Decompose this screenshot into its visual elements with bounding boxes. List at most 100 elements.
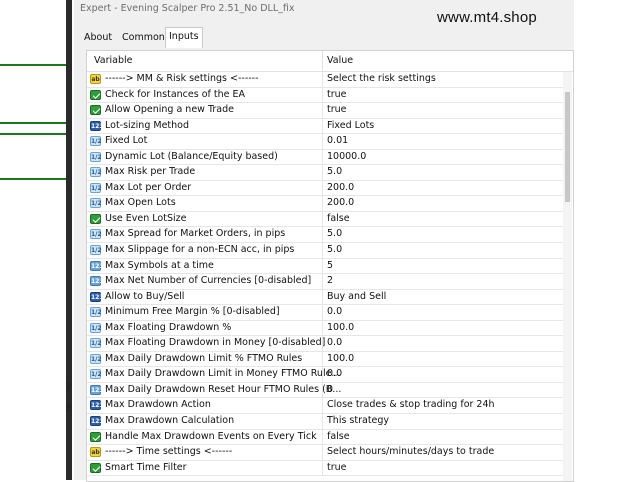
table-row[interactable]: 1/2 Max Slippage for a non-ECN acc, in pi…	[87, 243, 563, 259]
cell-divider	[322, 180, 323, 196]
variable-value[interactable]: Select hours/minutes/days to trade	[327, 446, 494, 457]
table-row[interactable]: 1/2 Max Daily Drawdown Limit in Money FTM…	[87, 367, 563, 383]
tab-about[interactable]: About	[81, 30, 115, 46]
table-row[interactable]: 1/2 Max Spread for Market Orders, in pips…	[87, 227, 563, 244]
cell-divider	[322, 258, 323, 274]
column-divider[interactable]	[322, 51, 323, 71]
enum-icon: 123	[90, 120, 104, 131]
table-row[interactable]: 1/2 Minimum Free Margin % [0-disabled] 0.0	[87, 305, 563, 321]
variable-value[interactable]: 200.0	[327, 197, 354, 208]
variable-value[interactable]: Close trades & stop trading for 24h	[327, 399, 495, 410]
variable-value[interactable]: true	[327, 104, 347, 115]
vertical-scrollbar[interactable]	[563, 72, 572, 481]
double-icon: 1/2	[90, 307, 102, 318]
double-icon: 1/2	[90, 369, 102, 380]
cell-divider	[322, 274, 323, 289]
double-icon: 1/2	[90, 136, 102, 147]
table-row[interactable]: 123 Max Symbols at a time 5	[87, 258, 563, 275]
table-row[interactable]: ab ------> Time settings <------ Select ho…	[87, 445, 563, 461]
bool-icon	[90, 462, 101, 473]
table-row[interactable]: Use Even LotSize false	[87, 211, 563, 228]
variable-value[interactable]: Fixed Lots	[327, 120, 374, 131]
variable-name: Handle Max Drawdown Events on Every Tick	[105, 430, 317, 442]
scrollbar-thumb[interactable]	[565, 92, 570, 202]
table-row[interactable]: 1/2 Fixed Lot 0.01	[87, 134, 563, 150]
variable-value[interactable]: 0	[327, 384, 333, 395]
variable-value[interactable]: 0.0	[327, 368, 342, 379]
cell-divider	[322, 445, 323, 460]
cell-divider	[322, 87, 323, 103]
window-title: Expert - Evening Scalper Pro 2.51_No DLL…	[80, 3, 295, 14]
table-row[interactable]: 1/2 Max Risk per Trade 5.0	[87, 165, 563, 181]
cell-divider	[322, 305, 323, 320]
watermark: www.mt4.shop	[437, 9, 537, 26]
table-row[interactable]: 1/2 Max Floating Drawdown % 100.0	[87, 320, 563, 337]
column-header-variable[interactable]: Variable	[94, 55, 132, 66]
variable-value[interactable]: true	[327, 462, 347, 473]
table-row[interactable]: 123 Allow to Buy/Sell Buy and Sell	[87, 289, 563, 306]
cell-divider	[322, 398, 323, 414]
double-icon: 1/2	[90, 322, 102, 333]
variable-value[interactable]: 5.0	[327, 228, 342, 239]
table-row[interactable]: 123 Max Net Number of Currencies [0-disab…	[87, 274, 563, 290]
table-row[interactable]: 1/2 Max Floating Drawdown in Money [0-dis…	[87, 336, 563, 352]
table-row[interactable]: ab ------> MM & Risk settings <------ Sele…	[87, 72, 563, 88]
integer-icon: 123	[90, 260, 104, 271]
background-right	[574, 0, 640, 480]
chart-line	[0, 64, 66, 66]
cell-divider	[322, 320, 323, 336]
bool-icon	[90, 431, 101, 442]
variable-value[interactable]: This strategy	[327, 415, 389, 426]
table-row[interactable]: 123 Max Daily Drawdown Reset Hour FTMO Ru…	[87, 382, 563, 399]
side-fragment: E	[66, 403, 73, 414]
double-icon: 1/2	[90, 167, 102, 178]
column-header-value[interactable]: Value	[327, 55, 353, 66]
variable-value[interactable]: 5	[327, 260, 333, 271]
variable-value[interactable]: true	[327, 89, 347, 100]
variable-value[interactable]: false	[327, 213, 350, 224]
table-row[interactable]: 1/2 Max Open Lots 200.0	[87, 196, 563, 212]
string-icon: ab	[90, 447, 101, 458]
variable-value[interactable]: 10000.0	[327, 151, 366, 162]
cell-divider	[322, 196, 323, 211]
variable-name: Max Drawdown Action	[105, 399, 211, 411]
variable-value[interactable]: Select the risk settings	[327, 73, 436, 84]
variable-value[interactable]: 0.01	[327, 135, 348, 146]
tab-common[interactable]: Common	[119, 30, 168, 46]
enum-icon: 123	[90, 400, 104, 411]
variable-value[interactable]: Buy and Sell	[327, 291, 386, 302]
variable-value[interactable]: 0.0	[327, 337, 342, 348]
variable-value[interactable]: 200.0	[327, 182, 354, 193]
variable-value[interactable]: 0.0	[327, 306, 342, 317]
table-row[interactable]: 123 Max Drawdown Calculation This strategy	[87, 414, 563, 430]
variable-name: Max Risk per Trade	[105, 166, 196, 178]
table-row[interactable]: 123 Max Drawdown Action Close trades & sto…	[87, 398, 563, 415]
table-row[interactable]: Handle Max Drawdown Events on Every Tick…	[87, 429, 563, 446]
double-icon: 1/2	[90, 229, 102, 240]
variable-value[interactable]: 2	[327, 275, 333, 286]
variable-name: Max Floating Drawdown in Money [0-disabl…	[105, 337, 326, 349]
cell-divider	[322, 336, 323, 351]
variable-name: Max Daily Drawdown Limit in Money FTMO R…	[105, 368, 341, 380]
expert-properties-dialog: Expert - Evening Scalper Pro 2.51_No DLL…	[74, 0, 574, 482]
variable-value[interactable]: 100.0	[327, 322, 354, 333]
table-row[interactable]: Check for Instances of the EA true	[87, 87, 563, 104]
table-row[interactable]: Smart Time Filter true	[87, 460, 563, 477]
table-row[interactable]: 123 Lot-sizing Method Fixed Lots	[87, 118, 563, 135]
variable-value[interactable]: false	[327, 431, 350, 442]
double-icon: 1/2	[90, 151, 102, 162]
integer-icon: 123	[90, 276, 104, 287]
double-icon: 1/2	[90, 338, 102, 349]
variable-name: ------> MM & Risk settings <------	[105, 73, 259, 84]
variable-value[interactable]: 100.0	[327, 353, 354, 364]
table-row[interactable]: 1/2 Dynamic Lot (Balance/Equity based) 100…	[87, 149, 563, 166]
table-row[interactable]: Allow Opening a new Trade true	[87, 103, 563, 119]
variable-value[interactable]: 5.0	[327, 244, 342, 255]
cell-divider	[322, 429, 323, 445]
variable-value[interactable]: 5.0	[327, 166, 342, 177]
double-icon: 1/2	[90, 353, 102, 364]
cell-divider	[322, 134, 323, 149]
tab-inputs[interactable]: Inputs	[165, 27, 203, 48]
table-row[interactable]: 1/2 Max Lot per Order 200.0	[87, 180, 563, 197]
table-row[interactable]: 1/2 Max Daily Drawdown Limit % FTMO Rules…	[87, 351, 563, 368]
